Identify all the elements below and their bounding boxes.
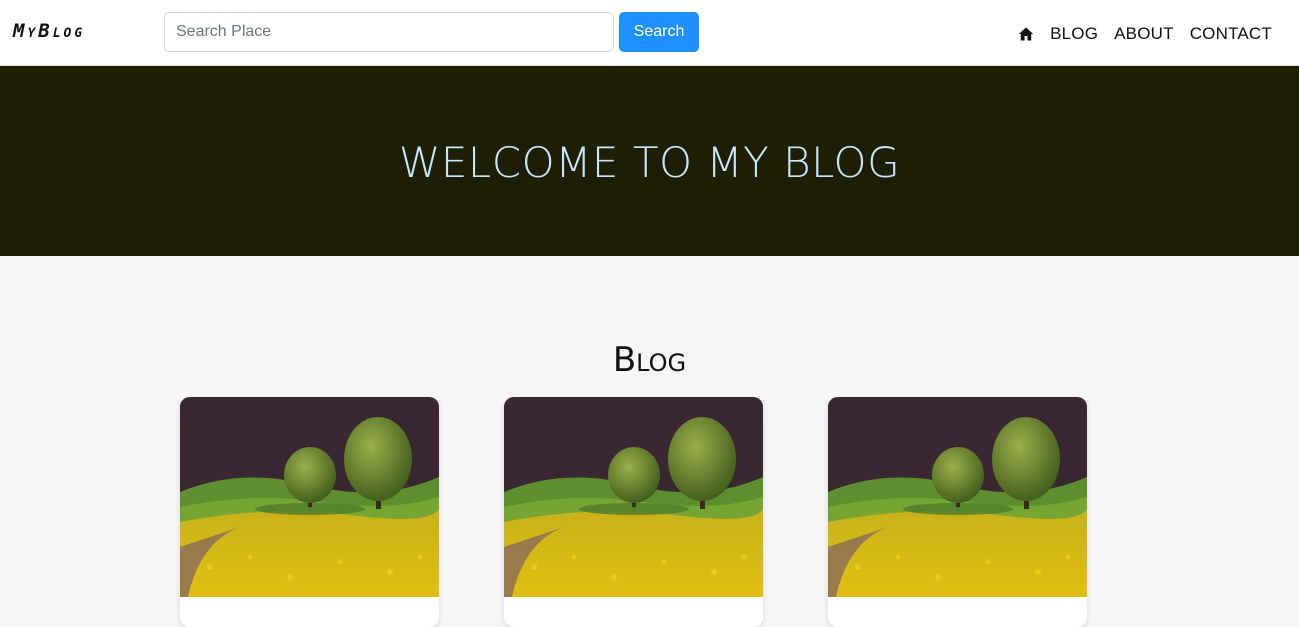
blog-card[interactable] xyxy=(828,397,1087,627)
blog-card[interactable] xyxy=(180,397,439,627)
search-input[interactable] xyxy=(164,12,614,52)
blog-card[interactable] xyxy=(504,397,763,627)
hero-title: WELCOME TO MY BLOG xyxy=(398,138,901,187)
nav-links: BLOG ABOUT CONTACT xyxy=(1018,24,1272,44)
landscape-image xyxy=(504,397,763,597)
nav-link-about[interactable]: ABOUT xyxy=(1114,24,1174,44)
landscape-image xyxy=(828,397,1087,597)
home-icon[interactable] xyxy=(1018,26,1034,42)
search-button[interactable]: Search xyxy=(619,12,699,52)
blog-section-title: Blog xyxy=(612,340,687,380)
brand-logo[interactable]: MyBlog xyxy=(13,20,85,42)
landscape-image xyxy=(180,397,439,597)
nav-link-blog[interactable]: BLOG xyxy=(1050,24,1098,44)
nav-link-contact[interactable]: CONTACT xyxy=(1190,24,1272,44)
top-navbar: MyBlog Search BLOG ABOUT CONTACT xyxy=(0,0,1299,66)
hero-banner: WELCOME TO MY BLOG xyxy=(0,66,1299,256)
